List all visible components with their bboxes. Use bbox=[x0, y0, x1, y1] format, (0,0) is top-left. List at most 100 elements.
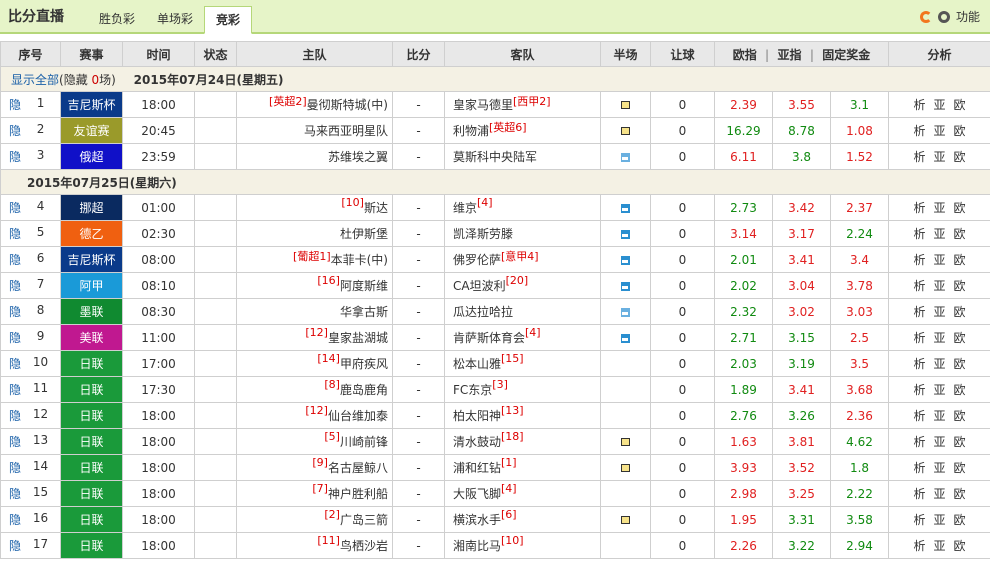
home-team[interactable]: 神户胜利船 bbox=[328, 487, 388, 501]
cell-asia[interactable]: 3.52 bbox=[772, 454, 831, 481]
cell-euro[interactable]: 1.89 bbox=[714, 376, 773, 403]
asia-link[interactable]: 亚 bbox=[934, 331, 946, 345]
home-team[interactable]: 曼彻斯特城(中) bbox=[307, 98, 388, 112]
league-name[interactable]: 德乙 bbox=[79, 227, 103, 241]
away-team[interactable]: 湘南比马 bbox=[453, 539, 501, 553]
away-team[interactable]: 皇家马德里 bbox=[453, 98, 513, 112]
col-euro[interactable]: 欧指 bbox=[733, 48, 757, 62]
refresh-icon[interactable] bbox=[919, 10, 932, 23]
away-team[interactable]: 肯萨斯体育会 bbox=[453, 331, 525, 345]
hide-link[interactable]: 隐 bbox=[9, 277, 21, 294]
euro-link[interactable]: 欧 bbox=[954, 305, 966, 319]
euro-link[interactable]: 欧 bbox=[954, 383, 966, 397]
cell-fixed[interactable]: 3.58 bbox=[829, 506, 890, 533]
cell-euro[interactable]: 2.03 bbox=[714, 350, 773, 377]
cell-euro[interactable]: 2.76 bbox=[714, 402, 773, 429]
cell-fixed[interactable]: 1.8 bbox=[829, 454, 890, 481]
chart-icon[interactable] bbox=[621, 333, 630, 343]
cell-league[interactable]: 日联 bbox=[60, 402, 123, 429]
asia-link[interactable]: 亚 bbox=[934, 539, 946, 553]
analysis-link[interactable]: 析 bbox=[913, 383, 925, 397]
league-name[interactable]: 墨联 bbox=[79, 305, 103, 319]
home-team[interactable]: 鸟栖沙岩 bbox=[340, 539, 388, 553]
hide-link[interactable]: 隐 bbox=[9, 96, 21, 113]
home-team[interactable]: 名古屋鲸八 bbox=[328, 461, 388, 475]
cell-fixed[interactable]: 2.5 bbox=[829, 324, 890, 351]
league-name[interactable]: 日联 bbox=[79, 487, 103, 501]
asia-link[interactable]: 亚 bbox=[934, 383, 946, 397]
euro-link[interactable]: 欧 bbox=[954, 331, 966, 345]
cell-fixed[interactable]: 2.37 bbox=[829, 194, 890, 221]
cell-euro[interactable]: 2.39 bbox=[714, 91, 773, 118]
cell-fixed[interactable]: 3.4 bbox=[829, 246, 890, 273]
home-team[interactable]: 皇家盐湖城 bbox=[328, 331, 388, 345]
euro-link[interactable]: 欧 bbox=[954, 357, 966, 371]
cell-asia[interactable]: 3.04 bbox=[772, 272, 831, 299]
analysis-link[interactable]: 析 bbox=[913, 124, 925, 138]
euro-link[interactable]: 欧 bbox=[954, 461, 966, 475]
away-team[interactable]: 凯泽斯劳滕 bbox=[453, 227, 513, 241]
cell-euro[interactable]: 1.63 bbox=[714, 428, 773, 455]
hide-link[interactable]: 隐 bbox=[9, 303, 21, 320]
cell-euro[interactable]: 2.26 bbox=[714, 532, 773, 559]
hide-link[interactable]: 隐 bbox=[9, 407, 21, 424]
analysis-link[interactable]: 析 bbox=[913, 305, 925, 319]
col-asia[interactable]: 亚指 bbox=[778, 48, 802, 62]
away-team[interactable]: 维京 bbox=[453, 201, 477, 215]
league-name[interactable]: 吉尼斯杯 bbox=[67, 98, 115, 112]
league-name[interactable]: 日联 bbox=[79, 513, 103, 527]
cell-league[interactable]: 挪超 bbox=[60, 194, 123, 221]
cell-league[interactable]: 吉尼斯杯 bbox=[60, 246, 123, 273]
cell-asia[interactable]: 3.22 bbox=[772, 532, 831, 559]
asia-link[interactable]: 亚 bbox=[934, 98, 946, 112]
analysis-link[interactable]: 析 bbox=[913, 201, 925, 215]
live-icon[interactable] bbox=[621, 152, 630, 162]
home-team[interactable]: 斯达 bbox=[364, 201, 388, 215]
hide-link[interactable]: 隐 bbox=[9, 459, 21, 476]
cell-fixed[interactable]: 2.24 bbox=[829, 220, 890, 247]
cell-fixed[interactable]: 3.78 bbox=[829, 272, 890, 299]
home-team[interactable]: 鹿岛鹿角 bbox=[340, 383, 388, 397]
cell-euro[interactable]: 3.93 bbox=[714, 454, 773, 481]
cell-fixed[interactable]: 3.1 bbox=[829, 91, 890, 118]
asia-link[interactable]: 亚 bbox=[934, 409, 946, 423]
euro-link[interactable]: 欧 bbox=[954, 150, 966, 164]
cell-league[interactable]: 日联 bbox=[60, 376, 123, 403]
hide-link[interactable]: 隐 bbox=[9, 251, 21, 268]
cell-euro[interactable]: 6.11 bbox=[714, 143, 773, 170]
away-team[interactable]: 柏太阳神 bbox=[453, 409, 501, 423]
away-team[interactable]: FC东京 bbox=[453, 383, 492, 397]
cell-asia[interactable]: 3.02 bbox=[772, 298, 831, 325]
cell-asia[interactable]: 3.26 bbox=[772, 402, 831, 429]
cell-fixed[interactable]: 2.22 bbox=[829, 480, 890, 507]
away-team[interactable]: 松本山雅 bbox=[453, 357, 501, 371]
cell-asia[interactable]: 3.8 bbox=[772, 143, 831, 170]
cell-league[interactable]: 美联 bbox=[60, 324, 123, 351]
analysis-link[interactable]: 析 bbox=[913, 98, 925, 112]
analysis-link[interactable]: 析 bbox=[913, 357, 925, 371]
asia-link[interactable]: 亚 bbox=[934, 253, 946, 267]
cell-league[interactable]: 日联 bbox=[60, 454, 123, 481]
asia-link[interactable]: 亚 bbox=[934, 305, 946, 319]
chart-icon[interactable] bbox=[621, 229, 630, 239]
euro-link[interactable]: 欧 bbox=[954, 513, 966, 527]
euro-link[interactable]: 欧 bbox=[954, 253, 966, 267]
cell-asia[interactable]: 3.55 bbox=[772, 91, 831, 118]
euro-link[interactable]: 欧 bbox=[954, 227, 966, 241]
tab-shengfucai[interactable]: 胜负彩 bbox=[88, 6, 146, 32]
league-name[interactable]: 阿甲 bbox=[79, 279, 103, 293]
cell-euro[interactable]: 3.14 bbox=[714, 220, 773, 247]
asia-link[interactable]: 亚 bbox=[934, 279, 946, 293]
euro-link[interactable]: 欧 bbox=[954, 279, 966, 293]
cell-asia[interactable]: 3.41 bbox=[772, 376, 831, 403]
home-team[interactable]: 杜伊斯堡 bbox=[340, 227, 388, 241]
cell-asia[interactable]: 3.81 bbox=[772, 428, 831, 455]
euro-link[interactable]: 欧 bbox=[954, 487, 966, 501]
cell-league[interactable]: 日联 bbox=[60, 350, 123, 377]
asia-link[interactable]: 亚 bbox=[934, 461, 946, 475]
tab-jingcai[interactable]: 竞彩 bbox=[204, 6, 253, 34]
cell-league[interactable]: 日联 bbox=[60, 428, 123, 455]
cell-asia[interactable]: 3.41 bbox=[772, 246, 831, 273]
asia-link[interactable]: 亚 bbox=[934, 150, 946, 164]
euro-link[interactable]: 欧 bbox=[954, 539, 966, 553]
